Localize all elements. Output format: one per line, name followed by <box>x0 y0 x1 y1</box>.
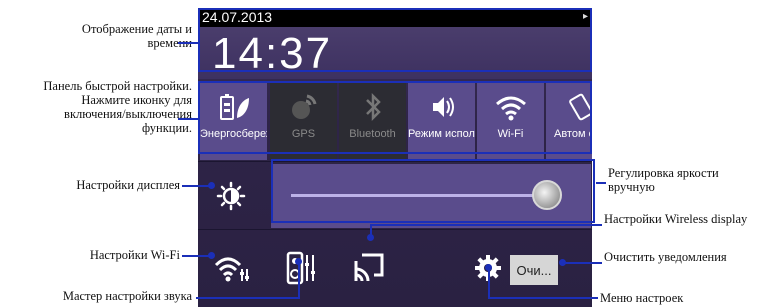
sound-wizard-button[interactable] <box>278 244 326 292</box>
clear-notifications-button[interactable]: Очи... <box>510 255 558 285</box>
callout-wifi-settings: Настройки Wi-Fi <box>89 248 180 262</box>
sound-equalizer-icon <box>286 251 315 285</box>
callout-settings-menu: Меню настроек <box>600 291 684 305</box>
highlight-brightness <box>271 159 595 223</box>
callout-clear-notifications: Очистить уведомления <box>604 250 727 264</box>
display-settings-button[interactable] <box>198 164 264 228</box>
callout-brightness: Регулировка яркости вручную <box>608 166 719 194</box>
callout-display-settings: Настройки дисплея <box>76 178 180 192</box>
highlight-quick-settings <box>198 81 592 154</box>
callout-date-time: Отображение даты и времени <box>81 22 192 50</box>
highlight-date-time <box>198 8 592 72</box>
wireless-display-button[interactable] <box>345 244 393 292</box>
wifi-settings-icon <box>214 257 249 282</box>
callout-sound-wizard: Мастер настройки звука <box>62 289 192 303</box>
callout-wireless-display: Настройки Wireless display <box>604 212 748 226</box>
callout-quick-settings: Панель быстрой настройки. Нажмите иконку… <box>43 79 192 135</box>
bottom-row: Очи... <box>198 232 592 307</box>
wifi-settings-button[interactable] <box>208 244 256 292</box>
cast-icon <box>354 253 384 282</box>
brightness-icon <box>216 181 246 211</box>
